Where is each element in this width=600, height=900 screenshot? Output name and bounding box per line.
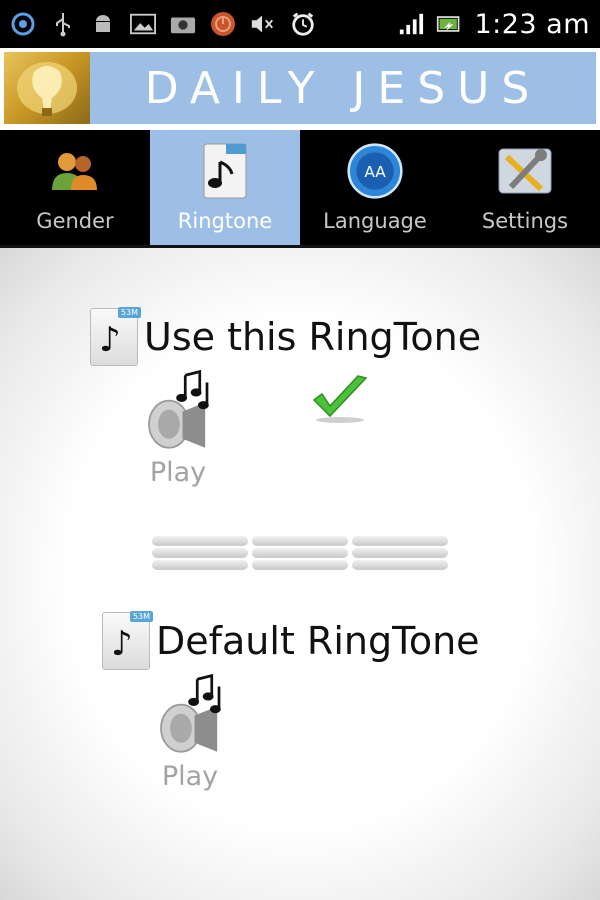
status-icons [10, 11, 398, 37]
status-time: 1:23 am [474, 8, 590, 40]
play-button[interactable]: Play [128, 368, 228, 488]
sync-icon [10, 11, 36, 37]
tools-icon [497, 143, 553, 199]
tab-language-label: Language [323, 209, 427, 233]
ringtone-option-default[interactable]: 53M ♪ Default RingTone [102, 611, 480, 670]
tab-gender[interactable]: Gender [0, 130, 150, 245]
play-label: Play [149, 457, 207, 488]
camera-icon [170, 11, 196, 37]
header-banner: DAILY JESUS [4, 52, 596, 124]
app-title: DAILY JESUS [144, 62, 542, 114]
people-icon [47, 143, 103, 199]
tab-ringtone[interactable]: Ringtone [150, 130, 300, 245]
battery-icon [436, 11, 462, 37]
ringtone-panel: 53M ♪ Use this RingTone Play 53M ♪ Defau… [0, 248, 600, 900]
usb-icon [50, 11, 76, 37]
signal-icon [398, 11, 424, 37]
status-right: 1:23 am [398, 9, 590, 40]
play-button[interactable]: Play [140, 672, 240, 792]
music-file-icon [197, 143, 253, 199]
tab-settings[interactable]: Settings [450, 130, 600, 245]
music-file-icon: 53M ♪ [90, 307, 141, 366]
tab-bar: Gender Ringtone AA Language Settings [0, 130, 600, 248]
alarm-icon [290, 11, 316, 37]
power-icon [210, 11, 236, 37]
language-globe-icon: AA [347, 143, 403, 199]
ringtone-title: Default RingTone [156, 619, 480, 663]
tab-settings-label: Settings [481, 209, 569, 233]
speaker-music-icon [160, 673, 221, 753]
tab-ringtone-label: Ringtone [177, 209, 273, 233]
divider [150, 532, 450, 582]
tab-gender-label: Gender [36, 209, 114, 233]
header: DAILY JESUS [0, 48, 600, 130]
tab-language[interactable]: AA Language [300, 130, 450, 245]
selected-check-icon [310, 372, 370, 428]
image-icon [130, 11, 156, 37]
status-bar: 1:23 am [0, 0, 600, 48]
speaker-music-icon [148, 369, 209, 449]
ringtone-option-custom[interactable]: 53M ♪ Use this RingTone [90, 307, 482, 366]
android-icon [90, 11, 116, 37]
play-label: Play [161, 761, 219, 792]
ringtone-title: Use this RingTone [144, 315, 482, 359]
app-logo [4, 52, 90, 124]
svg-text:AA: AA [364, 163, 386, 181]
music-file-icon: 53M ♪ [102, 611, 153, 670]
mute-icon [250, 11, 276, 37]
